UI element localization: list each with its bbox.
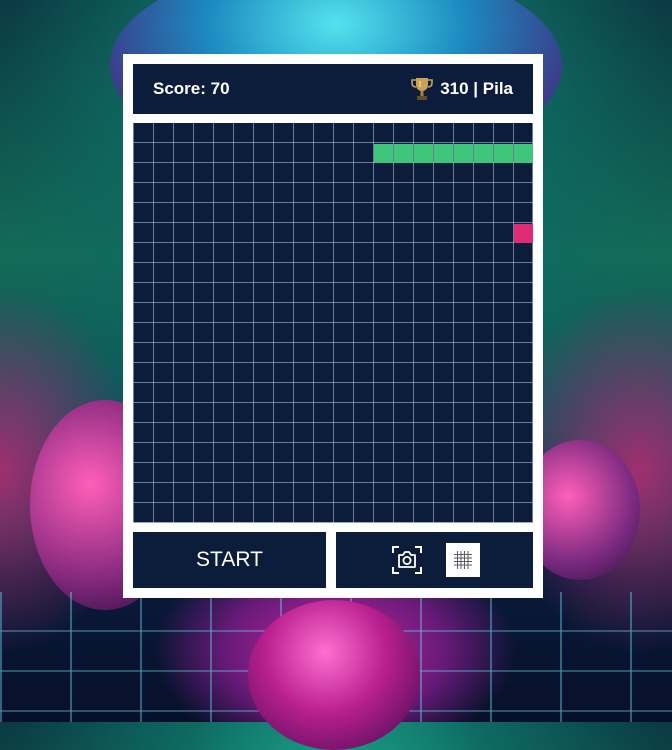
snake-segment (514, 144, 533, 163)
camera-icon[interactable] (390, 543, 424, 577)
snake-segment (374, 144, 393, 163)
trophy-icon (410, 76, 434, 102)
snake-segment (414, 144, 433, 163)
game-board[interactable] (133, 123, 533, 523)
score-bar: Score: 70 310 | Pila (133, 64, 533, 114)
high-score-label: 310 | Pila (440, 79, 513, 98)
snake-segment (494, 144, 513, 163)
high-score: 310 | Pila (410, 76, 513, 102)
grid-icon[interactable] (445, 543, 480, 577)
snake-segment (474, 144, 493, 163)
control-bar: START (133, 532, 533, 588)
snake-segment (434, 144, 453, 163)
start-button[interactable]: START (133, 532, 326, 588)
food-item (514, 224, 533, 243)
snake-segment (394, 144, 413, 163)
tool-buttons (336, 532, 533, 588)
snake-segment (454, 144, 473, 163)
score-label: Score: 70 (153, 79, 230, 98)
background-orb (248, 600, 420, 750)
game-container: Score: 70 310 | Pila START (123, 54, 543, 598)
current-score: Score: 70 (153, 79, 230, 99)
